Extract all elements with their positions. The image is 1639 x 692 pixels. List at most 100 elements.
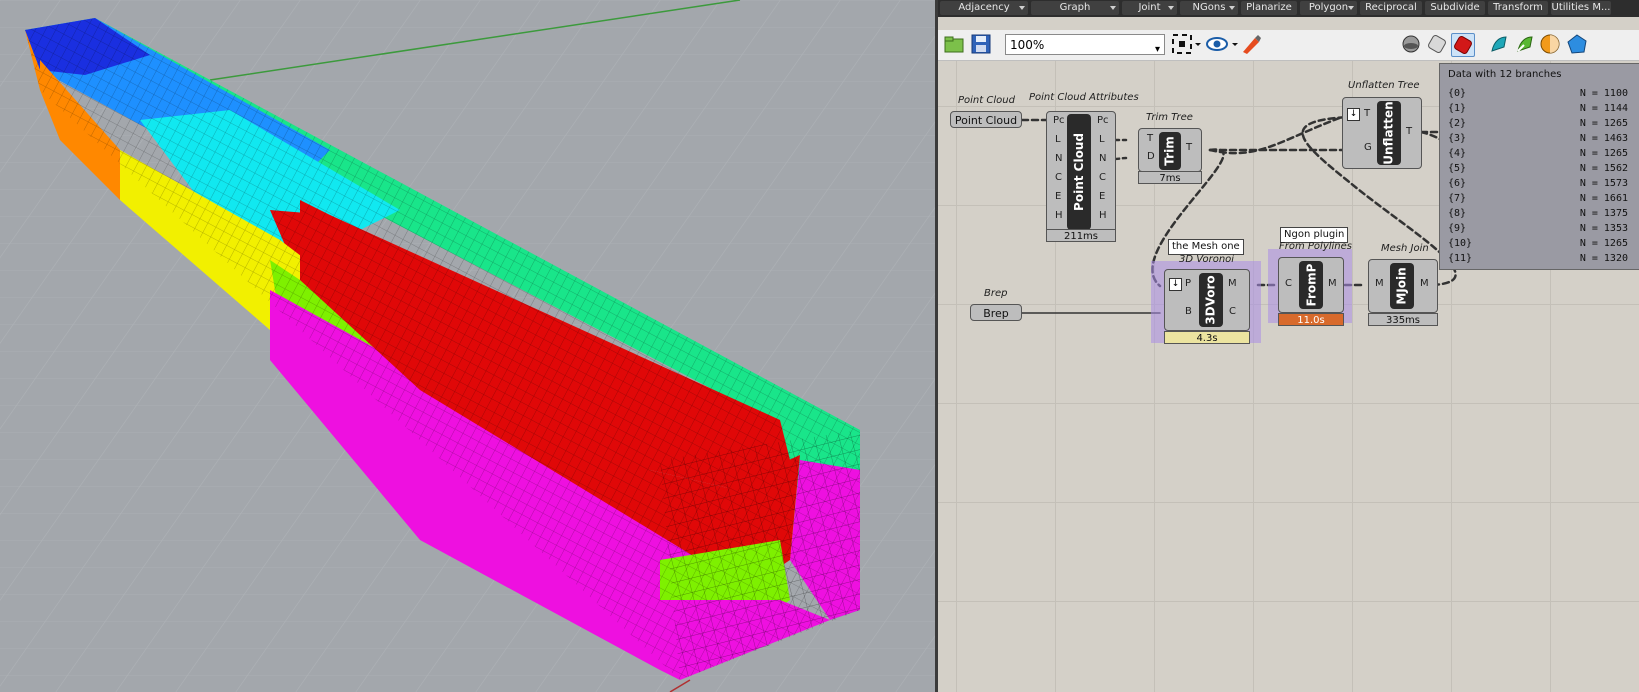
panel-row: {10} N = 1265 [1448, 238, 1628, 249]
tab-transform[interactable]: Transform [1488, 1, 1548, 15]
branch-count: N = 1463 [1579, 133, 1628, 144]
input-pin: L [1055, 134, 1061, 145]
brep-param[interactable]: Brep [970, 304, 1022, 321]
node-caption: Point Cloud Attributes [1029, 92, 1139, 103]
component-tab-bar: Adjacency Graph Joint NGons Planarize Po… [938, 0, 1639, 17]
input-pin: T [1364, 108, 1371, 119]
tab-planarize[interactable]: Planarize [1241, 1, 1297, 15]
gh-canvas[interactable]: Point Cloud Point Cloud Point Cloud Attr… [938, 61, 1639, 692]
component-name: 3DVoro [1204, 275, 1219, 325]
output-pin: C [1229, 306, 1236, 317]
tab-label: Planarize [1246, 2, 1292, 13]
data-panel[interactable]: Data with 12 branches {0} N = 1100 {1} N =… [1439, 63, 1639, 270]
panel-row: {3} N = 1463 [1448, 133, 1628, 144]
branch-count: N = 1573 [1579, 178, 1628, 189]
branch-path: {6} [1448, 178, 1467, 189]
tab-label: Polygon [1308, 2, 1349, 13]
tab-polygon[interactable]: Polygon [1300, 1, 1357, 15]
panel-row: {11} N = 1320 [1448, 253, 1628, 264]
tab-ngons[interactable]: NGons [1180, 1, 1238, 15]
branch-count: N = 1353 [1579, 223, 1628, 234]
branch-count: N = 1375 [1579, 208, 1628, 219]
node-caption: From Polylines [1279, 241, 1353, 252]
branch-count: N = 1562 [1579, 163, 1628, 174]
node-caption: Unflatten Tree [1348, 80, 1420, 91]
output-pin: C [1099, 172, 1106, 183]
tab-utilities[interactable]: Utilities M... [1551, 1, 1611, 15]
panel-row: {8} N = 1375 [1448, 208, 1628, 219]
chevron-down-icon: ▾ [1154, 44, 1160, 55]
teal-brush-icon[interactable] [1488, 33, 1510, 55]
timing-badge: 335ms [1368, 313, 1438, 326]
from-polylines-component[interactable]: C FromP M [1278, 257, 1344, 313]
branch-path: {5} [1448, 163, 1467, 174]
mesh-preview [0, 0, 935, 692]
output-pin: E [1099, 191, 1106, 202]
branch-path: {8} [1448, 208, 1467, 219]
zoom-select[interactable]: 100% ▾ [1005, 34, 1165, 55]
wire-preview-icon[interactable] [1426, 33, 1448, 55]
branch-path: {0} [1448, 88, 1467, 99]
tab-graph[interactable]: Graph [1031, 1, 1119, 15]
component-name-bar: FromP [1299, 261, 1323, 309]
component-name-bar: MJoin [1390, 263, 1414, 309]
canvas-toolbar: 100% ▾ [938, 30, 1639, 61]
output-pin: M [1328, 278, 1337, 289]
unflatten-tree-component[interactable]: ↓ T G Unflatten T [1342, 97, 1422, 169]
point-cloud-param[interactable]: Point Cloud [950, 111, 1022, 128]
timing-badge: 211ms [1046, 229, 1116, 242]
save-icon[interactable] [970, 33, 992, 55]
branch-path: {3} [1448, 133, 1467, 144]
branch-count: N = 1661 [1579, 193, 1628, 204]
voronoi-3d-component[interactable]: ↓ P B 3DVoro M C [1164, 269, 1250, 331]
rhino-viewport[interactable] [0, 0, 935, 692]
component-name-bar: Point Cloud [1067, 114, 1091, 230]
component-name-bar: Unflatten [1377, 101, 1401, 165]
tab-joint[interactable]: Joint [1122, 1, 1177, 15]
orange-sphere-icon[interactable] [1539, 33, 1561, 55]
green-brush-icon[interactable] [1514, 33, 1536, 55]
input-pin: C [1055, 172, 1062, 183]
component-name: Unflatten [1382, 101, 1396, 165]
branch-path: {1} [1448, 103, 1467, 114]
node-caption: Mesh Join [1381, 243, 1429, 254]
trim-tree-component[interactable]: T D Trim T [1138, 128, 1202, 172]
tab-label: Adjacency [958, 2, 1010, 13]
component-name-bar: Trim [1159, 132, 1181, 170]
output-pin: T [1186, 142, 1193, 153]
eye-icon[interactable] [1206, 33, 1240, 55]
red-preview-icon[interactable] [1451, 33, 1475, 57]
output-pin: N [1099, 153, 1107, 164]
tab-reciprocal[interactable]: Reciprocal [1360, 1, 1422, 15]
point-cloud-attributes-component[interactable]: Pc L N C E H Point Cloud Pc L N C E H [1046, 111, 1116, 233]
branch-path: {10} [1448, 238, 1473, 249]
mesh-join-component[interactable]: M MJoin M [1368, 259, 1438, 313]
branch-count: N = 1144 [1579, 103, 1628, 114]
grasshopper-editor: Adjacency Graph Joint NGons Planarize Po… [938, 0, 1639, 692]
component-name: MJoin [1395, 267, 1409, 305]
input-pin: B [1185, 306, 1192, 317]
input-pin: N [1055, 153, 1063, 164]
panel-row: {1} N = 1144 [1448, 103, 1628, 114]
tab-label: Joint [1138, 2, 1161, 13]
output-pin: L [1099, 134, 1105, 145]
blue-sphere-icon[interactable] [1566, 33, 1588, 55]
output-pin: H [1099, 210, 1107, 221]
output-pin: Pc [1097, 115, 1109, 126]
shaded-preview-icon[interactable] [1400, 33, 1422, 55]
component-name: Trim [1163, 136, 1177, 166]
voronoi-label-bubble: the Mesh one [1168, 239, 1244, 255]
branch-count: N = 1265 [1579, 118, 1628, 129]
input-pin: H [1055, 210, 1063, 221]
panel-row: {5} N = 1562 [1448, 163, 1628, 174]
folder-icon[interactable] [943, 33, 965, 55]
zoom-extents-icon[interactable] [1171, 33, 1201, 55]
zoom-value: 100% [1010, 38, 1045, 52]
tab-subdivide[interactable]: Subdivide [1425, 1, 1485, 15]
tab-adjacency[interactable]: Adjacency [940, 1, 1028, 15]
pen-icon[interactable] [1240, 33, 1262, 55]
input-pin: D [1147, 151, 1155, 162]
tab-label: NGons [1192, 2, 1226, 13]
panel-row: {2} N = 1265 [1448, 118, 1628, 129]
input-pin: C [1285, 278, 1292, 289]
